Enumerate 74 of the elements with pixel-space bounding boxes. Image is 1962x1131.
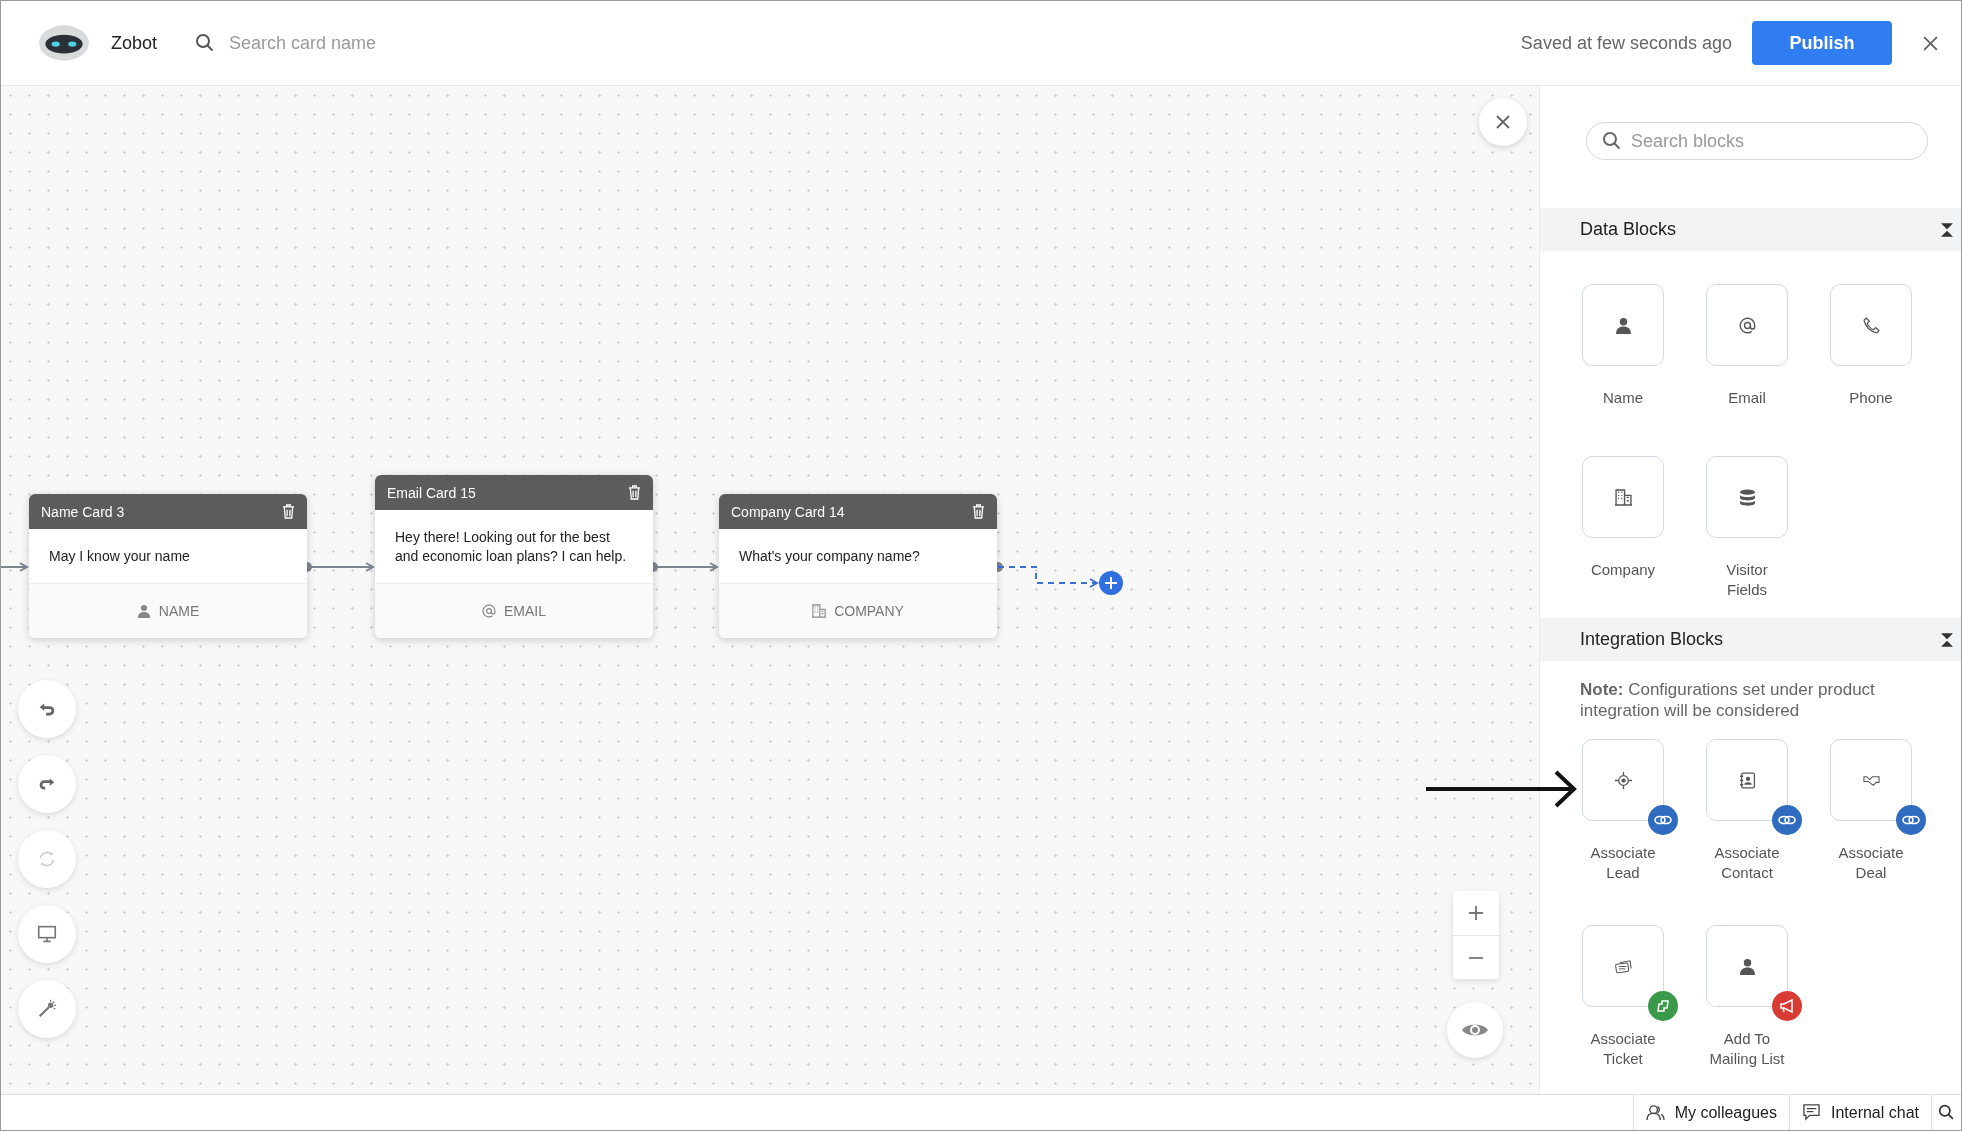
close-icon[interactable] [1922, 34, 1939, 52]
phone-icon [1862, 316, 1880, 334]
block-tile[interactable] [1582, 925, 1664, 1007]
block-label: Email [1727, 388, 1767, 408]
at-sign-icon [482, 604, 496, 618]
monitor-icon [36, 923, 58, 945]
section-header[interactable]: Data Blocks [1540, 208, 1961, 251]
person-icon [1738, 957, 1756, 975]
connector-arrow [1, 562, 28, 572]
search-icon [195, 33, 216, 53]
card-title: Email Card 15 [387, 484, 476, 501]
flow-card[interactable]: Name Card 3 May I know your name NAME [29, 494, 307, 638]
flow-card[interactable]: Email Card 15 Hey there! Looking out for the best and economic loan plans? I can help. EMAIL [375, 475, 653, 638]
person-icon [136, 604, 151, 618]
at-sign-icon [1738, 316, 1756, 334]
section-title: Data Blocks [1580, 219, 1677, 240]
block-label: Name [1602, 388, 1644, 408]
monitor-button[interactable] [18, 905, 76, 963]
block-tile[interactable] [1706, 925, 1788, 1007]
block-label: Add To Mailing List [1708, 1029, 1786, 1069]
block-tile[interactable] [1706, 284, 1788, 366]
block-label: Visitor Fields [1725, 560, 1769, 600]
block-tile[interactable] [1582, 284, 1664, 366]
trash-icon[interactable] [282, 504, 295, 519]
flow-card[interactable]: Company Card 14 What's your company name? COMPANY [719, 494, 997, 638]
undo-button[interactable] [18, 680, 76, 738]
block-tile[interactable] [1582, 739, 1664, 821]
block-label: Associate Deal [1837, 843, 1905, 883]
robot-logo-icon [37, 22, 91, 64]
block-label: Phone [1848, 388, 1894, 408]
contact-book-icon [1738, 771, 1756, 789]
search-icon [1938, 1104, 1955, 1121]
magic-wand-icon [36, 998, 58, 1020]
trash-icon[interactable] [628, 485, 641, 500]
card-field-label: COMPANY [834, 603, 904, 619]
block-tile[interactable] [1582, 456, 1664, 538]
card-field-label: EMAIL [504, 603, 546, 619]
section-header[interactable]: Integration Blocks [1540, 618, 1961, 661]
tickets-icon [1614, 957, 1632, 975]
people-icon [1645, 1104, 1665, 1121]
add-card-icon[interactable] [1099, 571, 1123, 595]
block-label: Associate Contact [1713, 843, 1781, 883]
card-title: Name Card 3 [41, 503, 125, 520]
plus-icon [1468, 905, 1484, 921]
card-field-label: NAME [158, 603, 200, 619]
block-tile[interactable] [1706, 739, 1788, 821]
person-icon [1614, 316, 1632, 334]
blocks-search-field[interactable]: Search blocks [1586, 122, 1928, 160]
block-tile[interactable] [1830, 284, 1912, 366]
block-tile[interactable] [1706, 456, 1788, 538]
section-title: Integration Blocks [1580, 629, 1724, 650]
search-icon [1602, 131, 1622, 151]
block-tile[interactable] [1830, 739, 1912, 821]
close-icon [1495, 114, 1511, 130]
block-label: Associate Lead [1589, 843, 1657, 883]
crosshair-icon [1614, 771, 1632, 789]
trash-icon[interactable] [972, 504, 985, 519]
building-icon [812, 604, 827, 618]
minus-icon [1468, 956, 1484, 959]
block-label: Associate Ticket [1589, 1029, 1657, 1069]
app-name: Zobot [111, 32, 158, 54]
integration-note: Note: Configurations set under product integration will be considered [1580, 679, 1876, 721]
collapse-icon[interactable] [1941, 632, 1953, 647]
card-search-field[interactable]: Search card name [227, 31, 492, 55]
save-status: Saved at few seconds ago [1520, 32, 1732, 54]
preview-button[interactable] [1447, 1002, 1503, 1058]
publish-button[interactable]: Publish [1752, 21, 1892, 65]
chat-icon [1801, 1104, 1821, 1121]
block-label: Company [1589, 560, 1657, 580]
building-icon [1614, 488, 1632, 506]
close-button[interactable] [1479, 98, 1527, 146]
database-icon [1738, 488, 1756, 506]
card-title: Company Card 14 [731, 503, 845, 520]
collapse-icon[interactable] [1941, 222, 1953, 237]
